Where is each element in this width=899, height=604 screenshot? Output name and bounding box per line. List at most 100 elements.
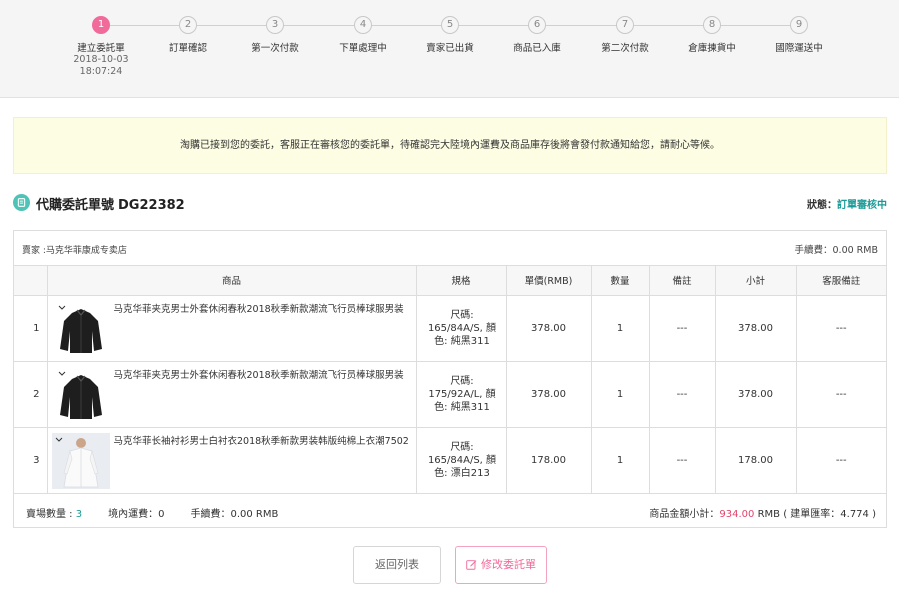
product-name[interactable]: 马克华菲长袖衬衫男士白衬衣2018秋季新款男装韩版纯棉上衣潮7502 — [114, 433, 409, 447]
progress-steps: 1 建立委託單 2018-10-03 18:07:24 2 訂單確認 3 第一次… — [0, 0, 899, 98]
store-count: 賣場數量 : 3 — [26, 509, 82, 520]
order-items-panel: 賣家 :马克华菲康成专卖店 手續費：0.00 RMB 商品 規格 單價(RMB)… — [13, 230, 887, 528]
product-name[interactable]: 马克华菲夹克男士外套休闲春秋2018秋季新款潮流飞行员棒球服男装 — [114, 301, 404, 315]
summary-left: 賣場數量 : 3 境內運費：0 手續費：0.00 RMB — [26, 505, 278, 520]
step-label: 建立委託單 — [77, 43, 125, 54]
cs-note-cell: --- — [796, 427, 886, 494]
step-number: 2 — [179, 16, 197, 34]
subtotal-cell: 178.00 — [715, 427, 797, 494]
step-label: 第二次付款 — [601, 43, 649, 54]
cs-note-cell: --- — [796, 361, 886, 428]
notice-banner: 淘購已接到您的委託，客服正在審核您的委託單，待確認完大陸境內運費及商品庫存後將會… — [13, 117, 887, 174]
qty-cell: 1 — [591, 427, 650, 494]
spec-cell: 尺碼: 165/84A/S, 顏色: 漂白213 — [416, 427, 507, 494]
step-1: 1 建立委託單 2018-10-03 18:07:24 — [56, 16, 146, 78]
col-header-spec: 規格 — [416, 266, 507, 296]
order-status: 狀態：訂單審核中 — [807, 196, 887, 211]
step-7: 7 第二次付款 — [580, 16, 670, 54]
status-label: 狀態： — [807, 200, 837, 211]
step-label: 下單處理中 — [339, 43, 387, 54]
step-number: 3 — [266, 16, 284, 34]
step-6: 6 商品已入庫 — [492, 16, 582, 54]
step-label: 第一次付款 — [251, 43, 299, 54]
step-2: 2 訂單確認 — [143, 16, 233, 54]
price-cell: 378.00 — [506, 361, 592, 428]
step-label: 商品已入庫 — [513, 43, 561, 54]
seller-row: 賣家 :马克华菲康成专卖店 手續費：0.00 RMB — [14, 231, 886, 266]
edit-icon — [466, 560, 477, 570]
col-header-cs-note: 客服備註 — [796, 266, 886, 296]
subtotal-cell: 378.00 — [715, 361, 797, 428]
col-header-product: 商品 — [47, 266, 417, 296]
table-row: 2 马克华菲夹克男士外套休闲春秋2018秋季新款潮流飞行员棒球服男装 尺碼: 1… — [14, 361, 886, 428]
edit-button-label: 修改委託單 — [481, 558, 536, 571]
note-cell: --- — [649, 427, 716, 494]
product-cell: 马克华菲夹克男士外套休闲春秋2018秋季新款潮流飞行员棒球服男装 — [47, 295, 417, 362]
subtotal-value: 934.00 — [719, 509, 755, 520]
step-number: 7 — [616, 16, 634, 34]
col-header-qty: 數量 — [591, 266, 650, 296]
price-cell: 178.00 — [506, 427, 592, 494]
qty-cell: 1 — [591, 295, 650, 362]
shirt-thumbnail[interactable] — [51, 432, 110, 489]
step-3: 3 第一次付款 — [230, 16, 320, 54]
subtotal-suffix: RMB ( 建單匯率：4.774 ) — [754, 509, 876, 520]
subtotal-label: 商品金額小計： — [649, 509, 720, 520]
order-title: 代購委託單號 DG22382 — [36, 194, 185, 213]
order-title-label: 代購委託單號 — [36, 198, 115, 213]
step-label: 訂單確認 — [168, 43, 207, 54]
jacket-thumbnail[interactable] — [51, 300, 110, 357]
step-number: 6 — [528, 16, 546, 34]
price-cell: 378.00 — [506, 295, 592, 362]
spec-cell: 尺碼: 175/92A/L, 顏色: 純黑311 — [416, 361, 507, 428]
items-table: 商品 規格 單價(RMB) 數量 備註 小計 客服備註 1 马克华菲夹克男士外套… — [14, 266, 886, 494]
note-cell: --- — [649, 295, 716, 362]
step-5: 5 賣家已出貨 — [405, 16, 495, 54]
cs-note-cell: --- — [796, 295, 886, 362]
qty-cell: 1 — [591, 361, 650, 428]
row-index: 2 — [14, 361, 48, 428]
order-summary: 賣場數量 : 3 境內運費：0 手續費：0.00 RMB 商品金額小計：934.00… — [14, 494, 886, 528]
step-time: 18:07:24 — [79, 66, 123, 77]
col-header-note: 備註 — [649, 266, 716, 296]
store-count-label: 賣場數量 : — [26, 509, 76, 520]
step-number: 9 — [790, 16, 808, 34]
product-cell: 马克华菲长袖衬衫男士白衬衣2018秋季新款男装韩版纯棉上衣潮7502 — [47, 427, 417, 494]
table-row: 1 马克华菲夹克男士外套休闲春秋2018秋季新款潮流飞行员棒球服男装 尺碼: 1… — [14, 295, 886, 362]
table-row: 3 马克华菲长袖衬衫男士白衬衣2018秋季新款男装韩版纯棉上衣潮7502 尺碼:… — [14, 427, 886, 494]
step-9: 9 國際運送中 — [754, 16, 844, 54]
store-count-value: 3 — [75, 509, 83, 520]
table-header: 商品 規格 單價(RMB) 數量 備註 小計 客服備註 — [14, 266, 886, 296]
row-index: 3 — [14, 427, 48, 494]
seller-name: 賣家 :马克华菲康成专卖店 — [22, 246, 127, 256]
jacket-thumbnail[interactable] — [51, 366, 110, 423]
status-value: 訂單審核中 — [837, 200, 887, 211]
step-number: 8 — [703, 16, 721, 34]
col-header-price: 單價(RMB) — [506, 266, 592, 296]
product-name[interactable]: 马克华菲夹克男士外套休闲春秋2018秋季新款潮流飞行员棒球服男装 — [114, 367, 404, 381]
document-icon — [13, 194, 30, 211]
step-number: 4 — [354, 16, 372, 34]
summary-fee: 手續費：0.00 RMB — [190, 509, 279, 520]
seller-fee: 手續費：0.00 RMB — [794, 245, 879, 256]
step-label: 國際運送中 — [775, 43, 823, 54]
product-cell: 马克华菲夹克男士外套休闲春秋2018秋季新款潮流飞行员棒球服男装 — [47, 361, 417, 428]
col-header-index — [14, 266, 48, 296]
step-number: 5 — [441, 16, 459, 34]
step-8: 8 倉庫揀貨中 — [667, 16, 757, 54]
col-header-subtotal: 小計 — [715, 266, 797, 296]
summary-right: 商品金額小計：934.00 RMB ( 建單匯率：4.774 ) — [649, 505, 876, 520]
back-to-list-button[interactable]: 返回列表 — [353, 546, 441, 584]
step-date: 2018-10-03 — [73, 54, 129, 65]
order-header: 代購委託單號 DG22382 狀態：訂單審核中 — [13, 193, 887, 213]
back-button-label: 返回列表 — [375, 558, 419, 571]
domestic-shipping: 境內運費：0 — [108, 509, 165, 520]
order-number: DG22382 — [118, 198, 185, 213]
step-label: 賣家已出貨 — [426, 43, 474, 54]
subtotal-cell: 378.00 — [715, 295, 797, 362]
row-index: 1 — [14, 295, 48, 362]
edit-order-button[interactable]: 修改委託單 — [455, 546, 547, 584]
step-4: 4 下單處理中 — [318, 16, 408, 54]
step-number: 1 — [92, 16, 110, 34]
note-cell: --- — [649, 361, 716, 428]
